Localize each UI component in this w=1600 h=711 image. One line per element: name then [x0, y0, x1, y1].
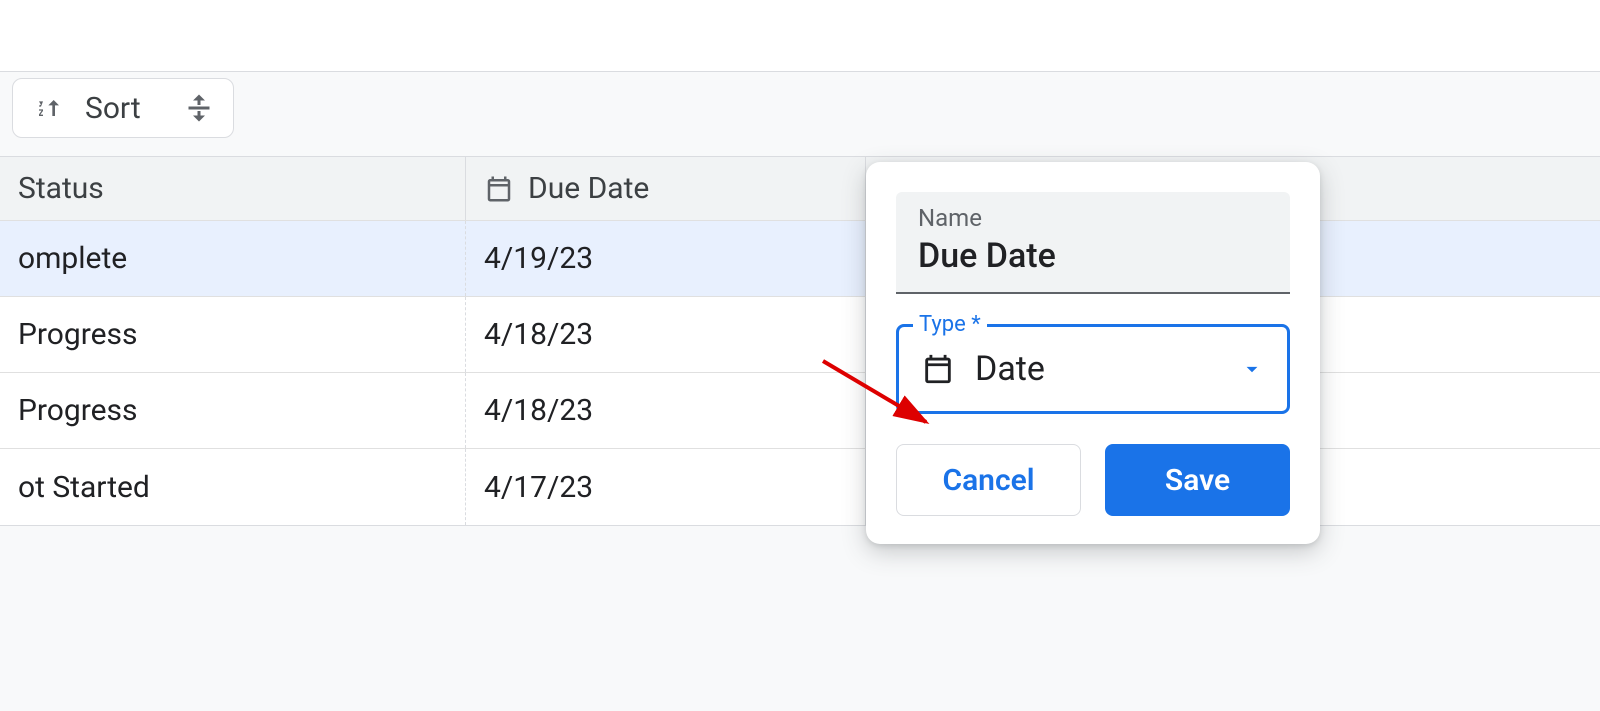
save-button[interactable]: Save [1105, 444, 1290, 516]
column-type-select[interactable]: Type * Date [896, 324, 1290, 414]
column-edit-popover: Name Due Date Type * Date Cancel Save [866, 162, 1320, 544]
column-name-field[interactable]: Name Due Date [896, 192, 1290, 294]
cell-due: 4/17/23 [484, 470, 593, 505]
table-row[interactable]: omplete 4/19/23 [0, 221, 1600, 297]
cell-status: omplete [18, 241, 127, 276]
column-header-label: Status [18, 171, 104, 206]
table-toolbar: Sort [12, 78, 234, 138]
row-height-button[interactable] [181, 90, 217, 126]
cell-due: 4/18/23 [484, 317, 593, 352]
sort-az-icon [35, 92, 67, 124]
cell-due: 4/19/23 [484, 241, 593, 276]
column-header-label: Due Date [528, 171, 649, 206]
table-row[interactable]: Progress 4/18/23 [0, 373, 1600, 449]
cell-status: Progress [18, 317, 138, 352]
table-row[interactable]: Progress 4/18/23 [0, 297, 1600, 373]
column-name-label: Name [918, 204, 1268, 232]
column-type-value: Date [975, 349, 1219, 389]
cancel-button-label: Cancel [942, 463, 1034, 498]
cell-due: 4/18/23 [484, 393, 593, 428]
data-table: Status Due Date omplete 4/19/23 Progress… [0, 156, 1600, 526]
table-row[interactable]: ot Started 4/17/23 [0, 449, 1600, 525]
column-name-value[interactable]: Due Date [918, 236, 1268, 276]
calendar-icon [484, 174, 514, 204]
cell-status: ot Started [18, 470, 150, 505]
column-header-status[interactable]: Status [0, 157, 466, 220]
cell-status: Progress [18, 393, 138, 428]
chevron-down-icon [1239, 356, 1265, 382]
save-button-label: Save [1165, 463, 1230, 498]
sort-button[interactable]: Sort [29, 91, 147, 126]
column-header-due-date[interactable]: Due Date [466, 157, 866, 220]
top-bar [0, 0, 1600, 72]
calendar-icon [921, 352, 955, 386]
sort-label: Sort [85, 91, 141, 126]
cancel-button[interactable]: Cancel [896, 444, 1081, 516]
row-height-icon [181, 90, 217, 126]
popover-actions: Cancel Save [896, 444, 1290, 516]
table-header-row: Status Due Date [0, 157, 1600, 221]
column-type-label: Type * [913, 312, 987, 337]
